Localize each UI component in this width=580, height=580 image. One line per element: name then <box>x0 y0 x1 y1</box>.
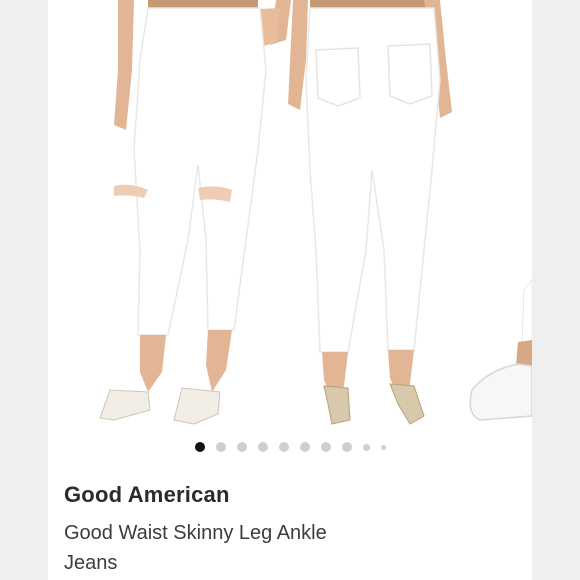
gallery-dot-8[interactable] <box>341 442 352 452</box>
gallery-pagination <box>48 438 532 456</box>
front-view-jeans <box>99 0 291 425</box>
product-photo <box>99 0 532 425</box>
gallery-dot-5[interactable] <box>278 442 289 452</box>
gallery-dot-7[interactable] <box>320 442 331 452</box>
gallery-dot-3[interactable] <box>236 442 247 452</box>
product-brand[interactable]: Good American <box>64 482 230 508</box>
gallery-dot-10[interactable] <box>380 444 386 450</box>
product-image-gallery[interactable] <box>48 0 532 432</box>
gallery-dot-2[interactable] <box>215 442 226 452</box>
gallery-dot-9[interactable] <box>362 443 370 451</box>
product-title: Good Waist Skinny Leg Ankle Jeans <box>64 522 327 574</box>
gallery-dot-6[interactable] <box>299 442 310 452</box>
side-view-sneaker <box>469 279 532 421</box>
back-view-jeans <box>288 0 452 425</box>
product-card: Good American Good Waist Skinny Leg Ankl… <box>48 0 532 580</box>
gallery-dot-1[interactable] <box>194 442 205 452</box>
gallery-dot-4[interactable] <box>257 442 268 452</box>
